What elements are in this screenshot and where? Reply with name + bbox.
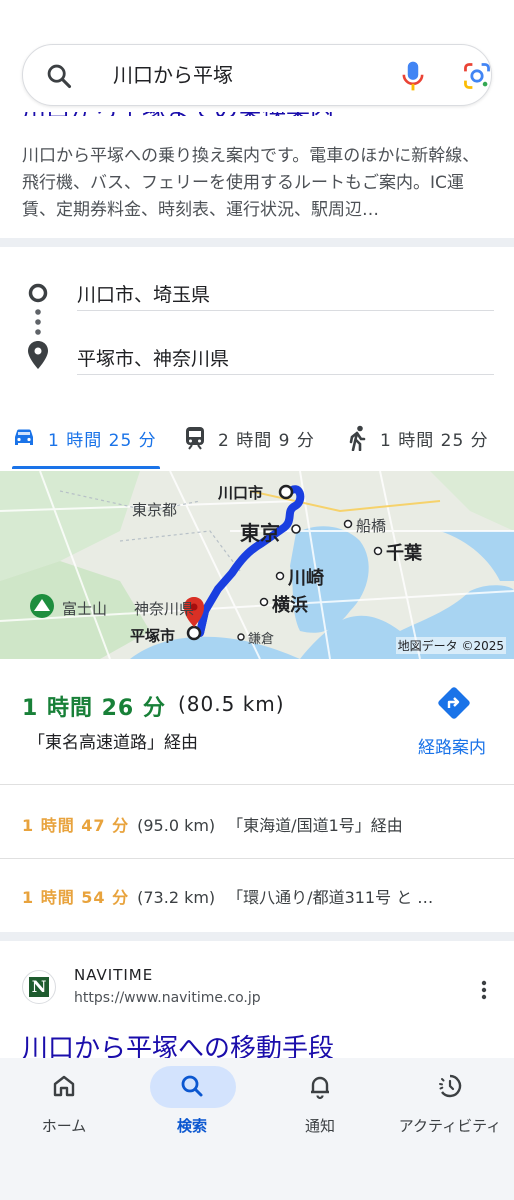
map-label-funabashi: 船橋 bbox=[356, 517, 387, 535]
alt-route-1-time: 1 時間 47 分 bbox=[22, 816, 130, 835]
origin-circle-icon bbox=[28, 283, 48, 303]
snippet-text: 川口から平塚への乗り換え案内です。電車のほかに新幹線、飛行機、バス、フェリーを使… bbox=[22, 146, 480, 220]
favicon-letter: N bbox=[29, 977, 49, 997]
mic-icon[interactable] bbox=[397, 59, 429, 93]
directions-button[interactable]: 経路案内 bbox=[418, 733, 486, 758]
alt-route-1-distance: (95.0 km) bbox=[137, 816, 216, 835]
map-label-tokyo-to: 東京都 bbox=[132, 501, 178, 519]
nav-search-label: 検索 bbox=[176, 1117, 207, 1135]
map-attribution: 地図データ ©2025 bbox=[395, 637, 506, 654]
search-header: 川口から平塚 bbox=[0, 0, 514, 112]
route-divider bbox=[0, 784, 514, 785]
search-icon[interactable] bbox=[45, 62, 73, 90]
alt-route-1[interactable]: 1 時間 47 分 (95.0 km) 「東海道/国道1号」経由 bbox=[22, 812, 403, 836]
section-divider bbox=[0, 932, 514, 941]
alt-route-2-via: 「環八通り/都道311号 と … bbox=[227, 888, 434, 907]
destination-underline bbox=[77, 374, 494, 375]
nav-activity-label: アクティビティ bbox=[398, 1117, 502, 1135]
nav-home[interactable]: ホーム bbox=[0, 1058, 128, 1158]
map-label-hiratsuka: 平塚市 bbox=[130, 627, 176, 645]
alt-route-2-time: 1 時間 54 分 bbox=[22, 888, 130, 907]
bottom-navigation: ホーム 検索 通知 アクティビティ bbox=[0, 1058, 514, 1200]
search-input[interactable]: 川口から平塚 bbox=[113, 61, 233, 89]
map-label-chiba: 千葉 bbox=[386, 543, 422, 564]
nav-notifications[interactable]: 通知 bbox=[256, 1058, 384, 1158]
destination-field[interactable]: 平塚市、神奈川県 bbox=[77, 344, 229, 371]
destination-pin-icon bbox=[28, 341, 48, 369]
result-title-link[interactable]: 川口から平塚への移動手段 bbox=[22, 1028, 334, 1060]
google-lens-icon[interactable] bbox=[461, 61, 493, 91]
bell-icon bbox=[311, 1076, 329, 1100]
map-label-yokohama: 横浜 bbox=[272, 595, 308, 616]
tab-transit-label: 2 時間 9 分 bbox=[218, 430, 315, 451]
section-divider bbox=[0, 238, 514, 247]
alt-route-1-via: 「東海道/国道1号」経由 bbox=[227, 816, 403, 835]
map-label-kanagawa: 神奈川県 bbox=[134, 600, 195, 618]
main-route-time: 1 時間 26 分 bbox=[22, 696, 166, 721]
route-divider bbox=[0, 858, 514, 859]
home-icon bbox=[53, 1075, 75, 1097]
travel-mode-tabs: 1 時間 25 分 2 時間 9 分 1 時間 25 分 bbox=[0, 410, 514, 470]
map-label-fujisan: 富士山 bbox=[62, 600, 108, 618]
map-label-kawasaki: 川崎 bbox=[288, 568, 324, 589]
origin-underline bbox=[77, 310, 494, 311]
tab-driving-label: 1 時間 25 分 bbox=[48, 430, 157, 451]
map-label-kamakura: 鎌倉 bbox=[248, 632, 275, 647]
tab-transit[interactable]: 2 時間 9 分 bbox=[184, 410, 315, 466]
route-map[interactable]: 川口市 東京都 東京 船橋 千葉 川崎 横浜 富士山 神奈川県 平塚市 鎌倉 地… bbox=[0, 471, 514, 659]
site-url[interactable]: https://www.navitime.co.jp bbox=[74, 990, 261, 1006]
tab-walking-label: 1 時間 25 分 bbox=[380, 430, 489, 451]
main-route-distance: (80.5 km) bbox=[178, 692, 285, 716]
tab-walking[interactable]: 1 時間 25 分 bbox=[346, 410, 489, 466]
map-label-tokyo: 東京 bbox=[240, 521, 280, 545]
alt-route-2[interactable]: 1 時間 54 分 (73.2 km) 「環八通り/都道311号 と … bbox=[22, 884, 433, 908]
alt-route-2-distance: (73.2 km) bbox=[137, 888, 216, 907]
train-icon bbox=[186, 427, 204, 450]
nav-home-label: ホーム bbox=[41, 1117, 87, 1135]
walk-icon bbox=[349, 425, 366, 451]
nav-activity[interactable]: アクティビティ bbox=[386, 1058, 514, 1158]
map-label-kawaguchi: 川口市 bbox=[218, 484, 264, 502]
nav-notifications-label: 通知 bbox=[304, 1117, 335, 1135]
main-route-via: 「東名高速道路」経由 bbox=[28, 733, 198, 753]
site-favicon[interactable]: N bbox=[22, 970, 56, 1004]
search-icon bbox=[181, 1075, 203, 1097]
activity-icon bbox=[439, 1074, 462, 1098]
origin-field[interactable]: 川口市、埼玉県 bbox=[77, 280, 210, 307]
directions-icon[interactable] bbox=[437, 686, 471, 720]
site-name[interactable]: NAVITIME bbox=[74, 966, 153, 984]
tab-driving[interactable]: 1 時間 25 分 bbox=[12, 410, 157, 466]
origin-row[interactable]: 川口市、埼玉県 bbox=[0, 268, 514, 328]
car-icon bbox=[15, 429, 33, 445]
search-bar[interactable]: 川口から平塚 bbox=[22, 44, 492, 106]
nav-search[interactable]: 検索 bbox=[128, 1058, 256, 1158]
destination-row[interactable]: 平塚市、神奈川県 bbox=[0, 332, 514, 392]
more-options-icon[interactable] bbox=[474, 978, 494, 1002]
active-tab-indicator bbox=[12, 466, 160, 469]
